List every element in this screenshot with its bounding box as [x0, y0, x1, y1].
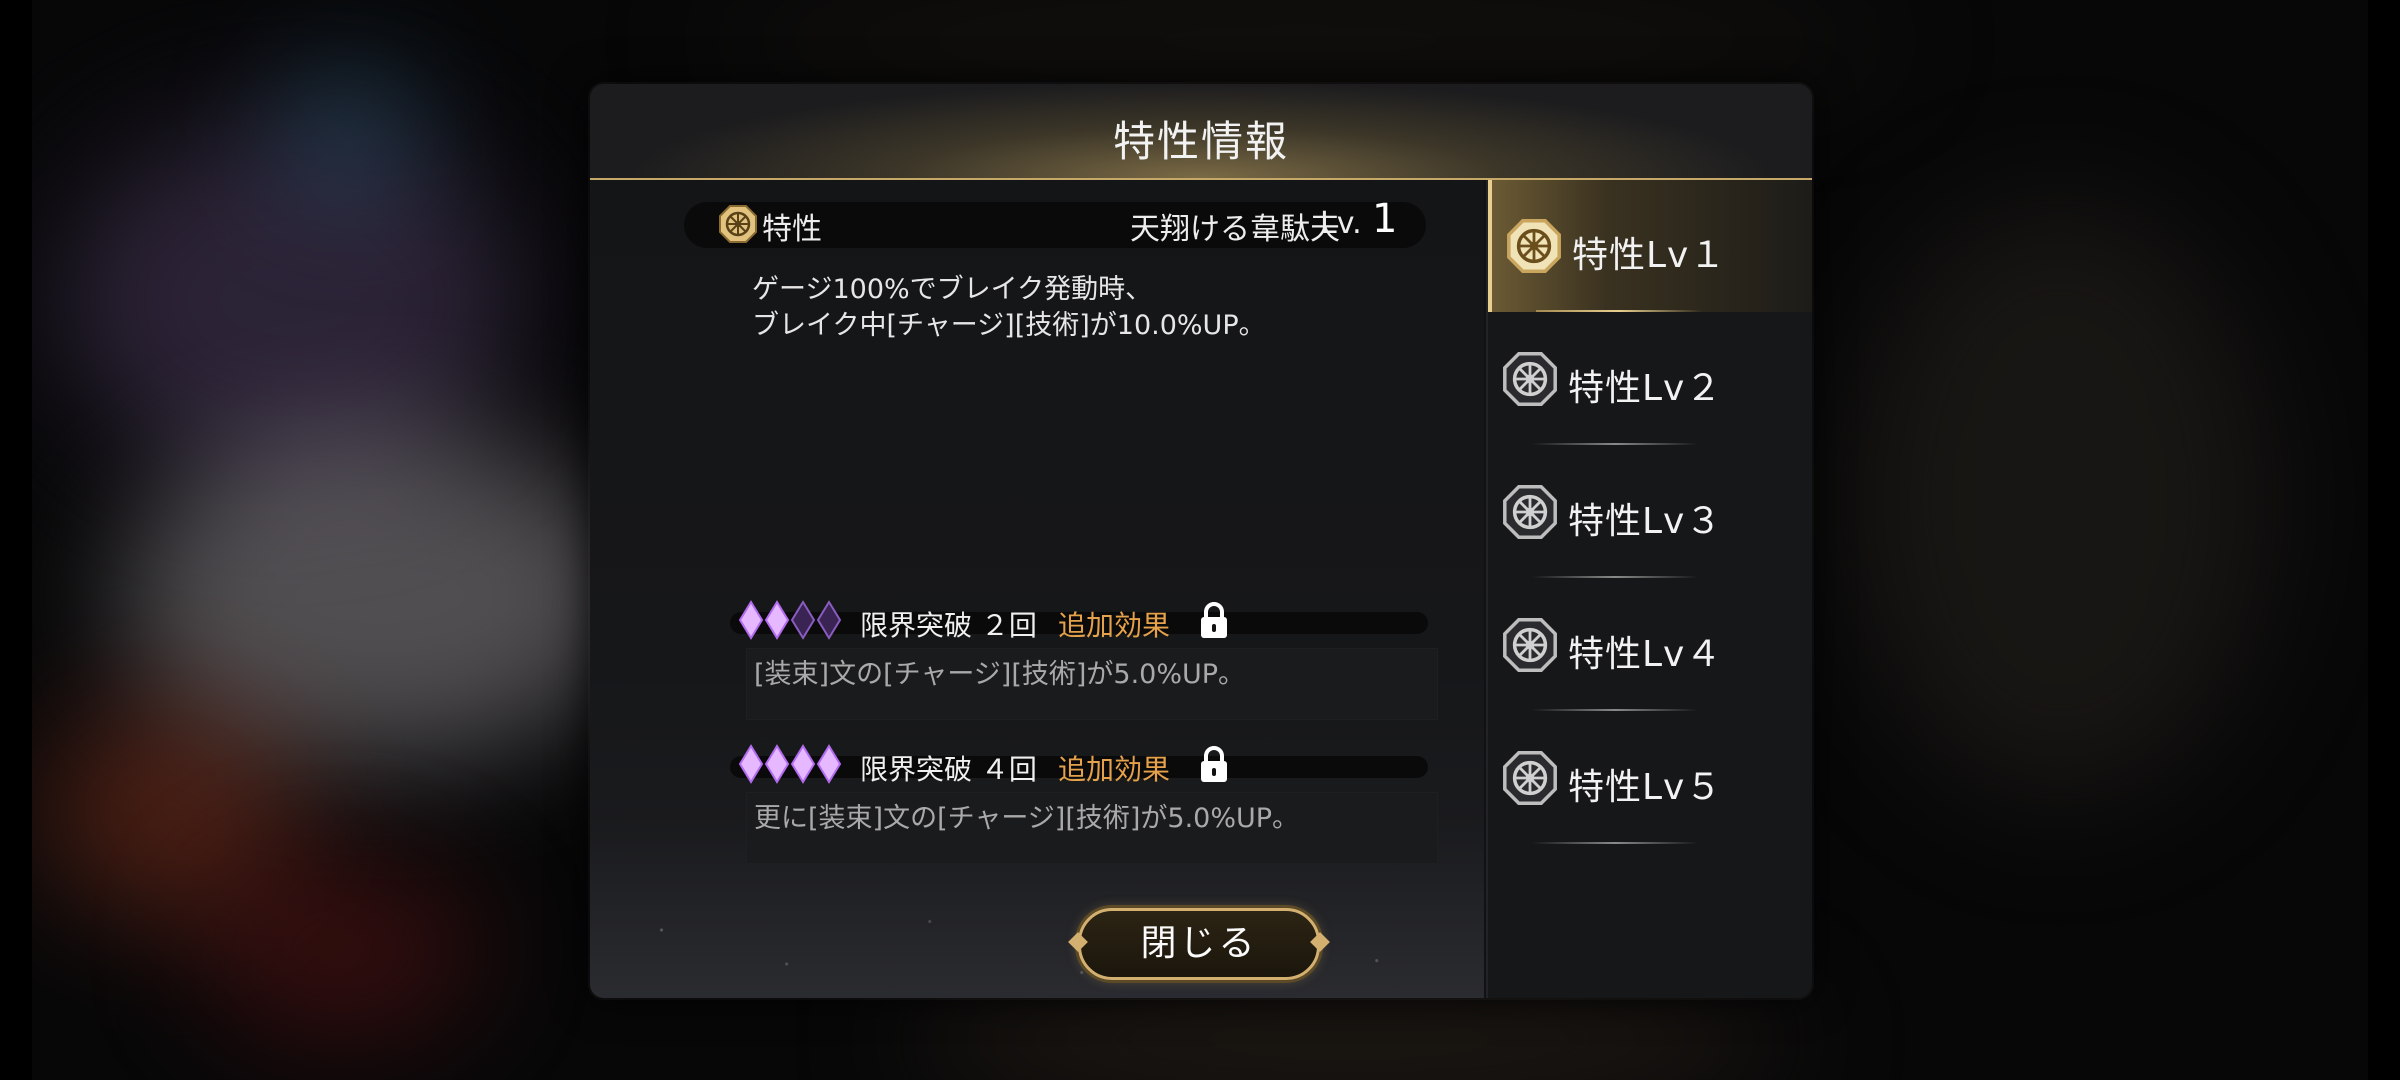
close-button-label: 閉じる: [1140, 923, 1258, 964]
trait-detail-pane: 特性 天翔ける韋駄天 Lv. 1 ゲージ100%でブレイク発動時、 ブレイク中[…: [590, 180, 1484, 998]
octagon-wheel-icon: [719, 205, 757, 243]
octagon-wheel-icon: [1503, 485, 1557, 539]
diamond-icon: [790, 744, 816, 784]
limit-break-title: 限界突破 ２回: [860, 609, 1037, 642]
limit-break-effect-text: 更に[装束]文の[チャージ][技術]が5.0%UP。: [754, 803, 1300, 834]
diamond-icon: [738, 600, 764, 640]
limit-break-title: 限界突破 ４回: [860, 753, 1037, 786]
trait-description-line: ブレイク中[チャージ][技術]が10.0%UP。: [752, 310, 1266, 341]
extra-effect-label: 追加効果: [1058, 753, 1171, 786]
dialog-header: 特性情報: [590, 84, 1812, 180]
close-button[interactable]: 閉じる: [1068, 908, 1330, 980]
tab-trait-lv3[interactable]: 特性Lv３: [1488, 446, 1812, 578]
diamond-icon: [764, 744, 790, 784]
limit-break-effect-text: [装束]文の[チャージ][技術]が5.0%UP。: [754, 659, 1246, 690]
lock-icon: [1201, 602, 1227, 638]
trait-description: ゲージ100%でブレイク発動時、 ブレイク中[チャージ][技術]が10.0%UP…: [752, 272, 1266, 344]
lock-icon: [1201, 746, 1227, 782]
diamond-icon: [816, 600, 842, 640]
tab-label: 特性Lv４: [1568, 634, 1723, 675]
diamond-icon: [790, 600, 816, 640]
limit-break-diamonds: [738, 744, 842, 788]
dialog-title: 特性情報: [1112, 117, 1289, 166]
tab-trait-lv5[interactable]: 特性Lv５: [1488, 712, 1812, 844]
tab-label: 特性Lv２: [1568, 368, 1723, 409]
diamond-icon: [738, 744, 764, 784]
trait-description-line: ゲージ100%でブレイク発動時、: [752, 274, 1153, 305]
trait-level-value: 1: [1372, 196, 1398, 242]
tab-trait-lv1[interactable]: 特性Lv１: [1488, 180, 1812, 312]
octagon-wheel-icon: [1503, 352, 1557, 406]
tab-label: 特性Lv５: [1568, 767, 1723, 808]
tab-trait-lv2[interactable]: 特性Lv２: [1488, 313, 1812, 445]
limit-break-diamonds: [738, 600, 842, 644]
tab-trait-lv4[interactable]: 特性Lv４: [1488, 579, 1812, 711]
octagon-wheel-icon: [1503, 751, 1557, 805]
trait-name: 天翔ける韋駄天: [1130, 212, 1340, 247]
tab-label: 特性Lv３: [1568, 501, 1723, 542]
trait-info-dialog: 特性情報 特性 天翔ける韋駄天 Lv. 1 ゲージ100%でブレイク発動時、 ブ…: [590, 84, 1812, 998]
extra-effect-label: 追加効果: [1058, 609, 1171, 642]
trait-label: 特性: [762, 212, 822, 247]
trait-level-prefix: Lv.: [1320, 206, 1362, 241]
diamond-icon: [764, 600, 790, 640]
octagon-wheel-icon: [1507, 219, 1561, 273]
tab-label: 特性Lv１: [1572, 235, 1727, 276]
trait-level-tabs: 特性Lv１ 特性Lv２ 特性Lv３ 特性Lv４ 特性Lv５: [1486, 180, 1812, 998]
diamond-icon: [816, 744, 842, 784]
octagon-wheel-icon: [1503, 618, 1557, 672]
